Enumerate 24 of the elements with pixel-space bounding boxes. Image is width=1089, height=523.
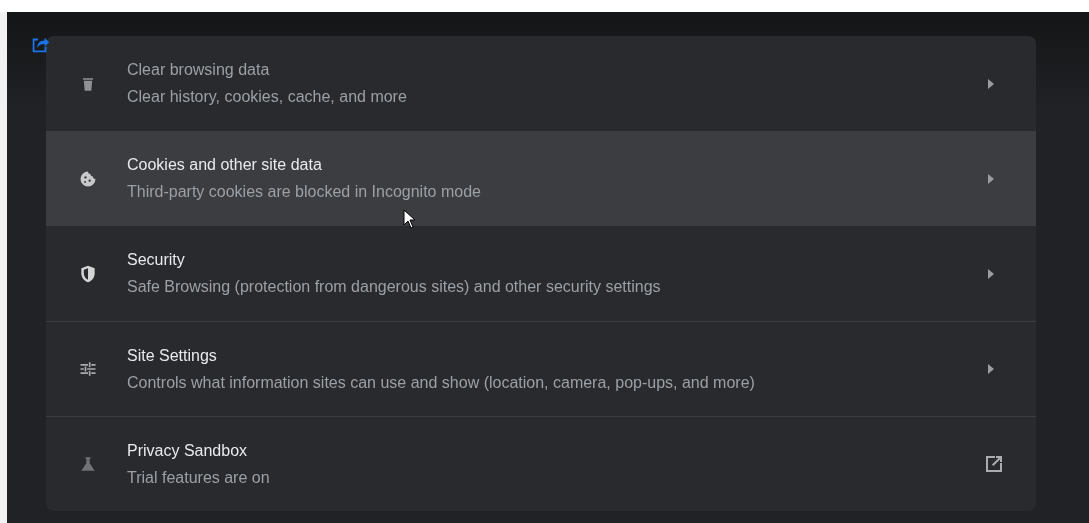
shield-icon [78, 263, 98, 284]
external-link-icon[interactable] [984, 454, 1004, 474]
settings-row[interactable]: Privacy Sandbox Trial features are on [46, 416, 1036, 511]
arrow-right-icon [988, 364, 994, 374]
row-title: Privacy Sandbox [127, 441, 248, 460]
sliders-icon [78, 359, 98, 379]
settings-row[interactable]: Site Settings Controls what information sites can use and show (location, camera, pop-ups, and more) [46, 321, 1036, 416]
arrow-right-icon [988, 78, 994, 89]
row-title: Security [127, 251, 185, 269]
row-title: Clear browsing data [127, 61, 270, 79]
settings-row[interactable]: Cookies and other site data Third-party cookies are blocked in Incognito mode [46, 131, 1036, 226]
row-subtitle: Trial features are on [127, 468, 270, 487]
row-subtitle: Safe Browsing (protection from dangerous sites) and other security settings [127, 278, 661, 296]
row-subtitle: Controls what information sites can use and show (location, camera, pop-ups, and more) [127, 373, 755, 392]
row-title: Site Settings [127, 346, 217, 365]
arrow-right-icon [988, 268, 994, 279]
row-title: Cookies and other site data [127, 156, 322, 174]
arrow-right-icon [988, 173, 994, 184]
mouse-cursor-icon [403, 209, 417, 229]
flask-icon [78, 454, 98, 474]
row-subtitle: Clear history, cookies, cache, and more [127, 88, 407, 106]
row-subtitle: Third-party cookies are blocked in Incognito mode [127, 183, 481, 201]
settings-row[interactable]: Clear browsing data Clear history, cookies, cache, and more [46, 36, 1036, 131]
settings-row[interactable]: Security Safe Browsing (protection from dangerous sites) and other security settings [46, 226, 1036, 321]
